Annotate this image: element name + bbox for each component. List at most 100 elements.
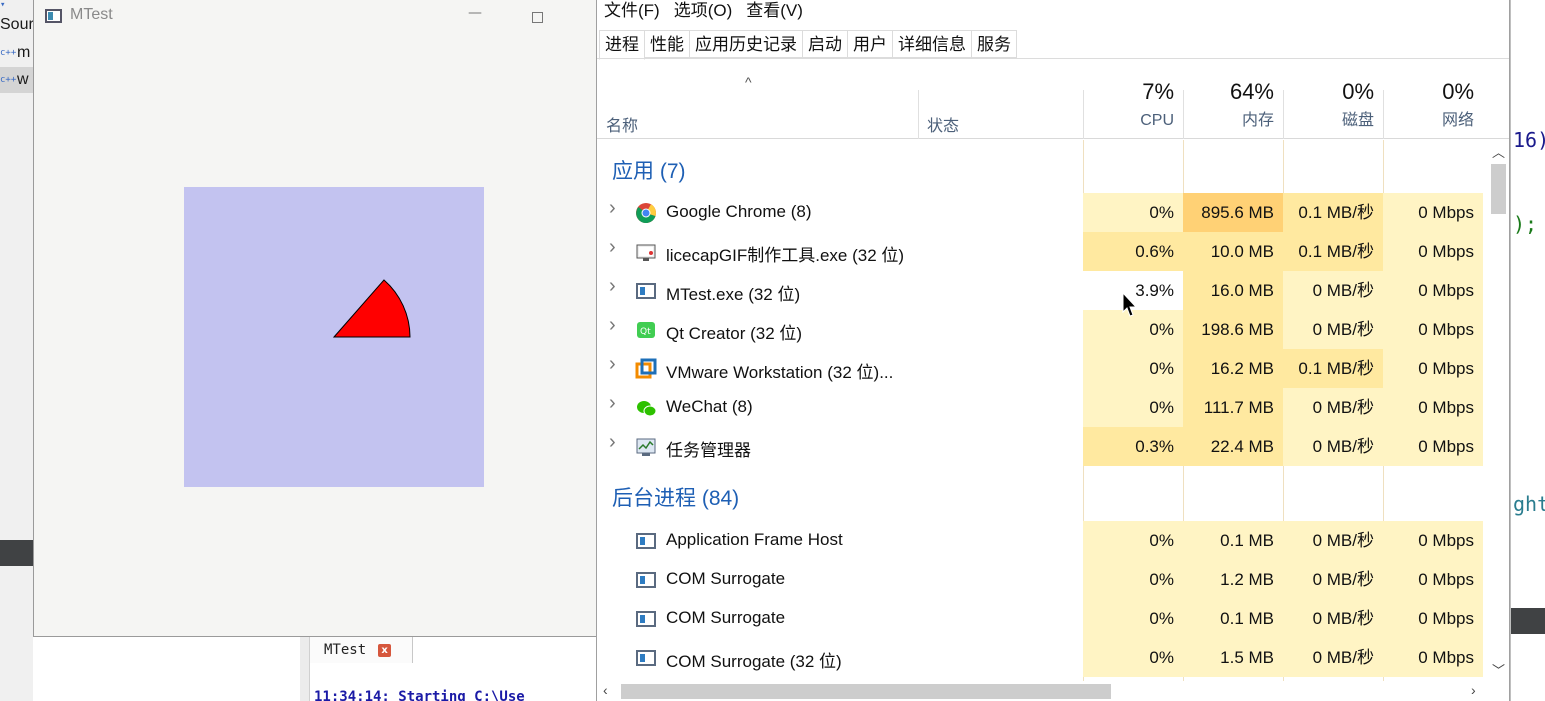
tab-users[interactable]: 用户 <box>848 30 893 58</box>
expand-chevron-icon[interactable]: › <box>609 197 616 220</box>
sort-caret-icon: ^ <box>745 74 752 90</box>
cell-net: 0 Mbps <box>1383 310 1483 349</box>
column-header-memory[interactable]: 64% 内存 <box>1183 78 1283 138</box>
project-tree-item-file-selected[interactable]: c++ w <box>0 67 33 93</box>
output-tab-label: MTest <box>324 642 367 658</box>
column-header-network[interactable]: 0% 网络 <box>1383 78 1483 138</box>
cell-net: 0 Mbps <box>1383 638 1483 677</box>
app-window-icon <box>635 530 657 552</box>
code-fragment: ); <box>1513 212 1537 236</box>
tab-performance[interactable]: 性能 <box>645 30 690 58</box>
process-name: licecapGIF制作工具.exe (32 位) <box>666 246 905 265</box>
process-row[interactable]: 0.6% 10.0 MB 0.1 MB/秒 0 Mbps › licecapGIF制作工具… <box>597 232 1488 271</box>
code-text: 16) <box>1513 128 1545 152</box>
tab-strip: 进程 性能 应用历史记录 启动 用户 详细信息 服务 <box>597 30 1017 60</box>
close-icon[interactable]: x <box>378 643 392 657</box>
vertical-scrollbar[interactable]: ︿ ﹀ <box>1488 140 1509 681</box>
menu-file[interactable]: 文件(F) <box>597 0 667 24</box>
output-gutter <box>300 637 310 701</box>
menu-view[interactable]: 查看(V) <box>739 0 810 24</box>
expand-chevron-icon[interactable]: › <box>609 431 616 454</box>
window-title: MTest <box>70 6 113 23</box>
memory-label: 内存 <box>1241 112 1274 129</box>
column-header-cpu[interactable]: 7% CPU <box>1083 78 1183 138</box>
column-header-status[interactable]: 状态 <box>927 112 959 136</box>
cell-cpu: 0% <box>1083 349 1183 388</box>
window-titlebar[interactable]: MTest — <box>34 0 596 34</box>
cell-net: 0 Mbps <box>1383 521 1483 560</box>
process-row[interactable]: 0% 1.2 MB 0 MB/秒 0 Mbps COM Surrogate <box>597 560 1488 599</box>
menu-options[interactable]: 选项(O) <box>667 0 740 24</box>
mouse-cursor-icon <box>1122 292 1138 317</box>
cell-cpu: 0% <box>1083 599 1183 638</box>
cell-mem: 22.4 MB <box>1183 427 1283 466</box>
memory-total: 64% <box>1229 79 1274 104</box>
cell-disk: 0 MB/秒 <box>1283 388 1383 427</box>
tab-services[interactable]: 服务 <box>972 30 1017 58</box>
background-ide-output-pane: MTest x 11:34:14: Starting C:\Use <box>300 636 600 701</box>
expand-chevron-icon[interactable]: › <box>609 314 616 337</box>
minimize-button[interactable]: — <box>468 5 482 27</box>
process-name: WeChat (8) <box>666 397 753 416</box>
scroll-up-icon[interactable]: ︿ <box>1492 142 1505 161</box>
process-row[interactable]: 0% 1.5 MB 0 MB/秒 0 Mbps COM Surrogate (32 位) <box>597 638 1488 677</box>
process-row[interactable]: 0% 0.1 MB 0 MB/秒 0 Mbps Application Frame Ho… <box>597 521 1488 560</box>
expand-chevron-icon[interactable]: › <box>609 275 616 298</box>
pie-sector-drawing <box>332 279 411 338</box>
expand-chevron-icon[interactable]: › <box>609 236 616 259</box>
scroll-left-icon[interactable]: ‹ <box>603 682 608 698</box>
project-tree-item-file[interactable]: c++ m <box>0 40 33 66</box>
cell-mem: 111.7 MB <box>1183 388 1283 427</box>
process-name: VMware Workstation (32 位)... <box>666 363 894 382</box>
scroll-down-icon[interactable]: ﹀ <box>1492 660 1505 679</box>
cell-net: 0 Mbps <box>1383 560 1483 599</box>
scrollbar-thumb[interactable] <box>621 684 1111 699</box>
horizontal-scrollbar[interactable]: ‹ › <box>597 681 1488 701</box>
output-log-line: 11:34:14: Starting C:\Use <box>314 689 525 701</box>
expand-chevron-icon[interactable]: › <box>609 353 616 376</box>
tab-processes[interactable]: 进程 <box>599 30 645 60</box>
tab-app-history[interactable]: 应用历史记录 <box>690 30 803 58</box>
scrollbar-thumb[interactable] <box>1491 164 1506 214</box>
code-fragment: 16) <box>1513 128 1545 152</box>
maximize-button[interactable] <box>532 12 543 23</box>
cell-net: 0 Mbps <box>1383 193 1483 232</box>
project-tree-item-sources[interactable]: Sour <box>0 12 33 38</box>
cell-net: 0 Mbps <box>1383 349 1483 388</box>
cell-disk: 0 MB/秒 <box>1283 271 1383 310</box>
process-row[interactable]: 0% 198.6 MB 0 MB/秒 0 Mbps › Qt Qt Creator (32 … <box>597 310 1488 349</box>
expand-chevron-icon[interactable]: › <box>609 392 616 415</box>
output-tab-mtest[interactable]: MTest x <box>310 637 413 663</box>
group-header: 应用 (7) <box>612 160 686 183</box>
cell-mem: 16.2 MB <box>1183 349 1283 388</box>
column-header-name[interactable]: 名称 <box>606 112 638 136</box>
network-label: 网络 <box>1441 112 1474 129</box>
process-row[interactable]: 0% 111.7 MB 0 MB/秒 0 Mbps › WeChat (8) <box>597 388 1488 427</box>
process-name: 任务管理器 <box>666 441 751 460</box>
cell-disk: 0.1 MB/秒 <box>1283 232 1383 271</box>
app-window-icon <box>635 569 657 591</box>
scroll-right-icon[interactable]: › <box>1471 682 1476 698</box>
project-tree-label: Sour <box>0 16 33 33</box>
task-manager-window[interactable]: 文件(F) 选项(O) 查看(V) 进程 性能 应用历史记录 启动 用户 详细信… <box>596 0 1510 701</box>
process-row[interactable]: 0% 0.1 MB 0 MB/秒 0 Mbps COM Surrogate <box>597 599 1488 638</box>
app-window-icon <box>45 9 62 23</box>
ide-panel-bar <box>1511 608 1545 634</box>
background-ide-left-panel: ▾ Sour c++ m c++ w <box>0 0 33 701</box>
mtest-window[interactable]: MTest — <box>33 0 596 637</box>
process-row[interactable]: 0% 16.2 MB 0.1 MB/秒 0 Mbps › VMware Workstati… <box>597 349 1488 388</box>
column-header-disk[interactable]: 0% 磁盘 <box>1283 78 1383 138</box>
process-row[interactable]: 0.3% 22.4 MB 0 MB/秒 0 Mbps › 任务管理器 <box>597 427 1488 466</box>
tab-startup[interactable]: 启动 <box>803 30 848 58</box>
cell-net: 0 Mbps <box>1383 427 1483 466</box>
cell-disk: 0 MB/秒 <box>1283 560 1383 599</box>
process-row[interactable]: 3.9% 16.0 MB 0 MB/秒 0 Mbps › MTest.exe (32 位) <box>597 271 1488 310</box>
process-list[interactable]: 应用 (7) 0% 895.6 MB 0.1 MB/秒 0 Mbps › Google Ch… <box>597 140 1488 681</box>
app-window-icon <box>635 280 657 302</box>
process-name: MTest.exe (32 位) <box>666 285 801 304</box>
header-divider[interactable] <box>918 90 919 139</box>
process-row[interactable]: 0% 895.6 MB 0.1 MB/秒 0 Mbps › Google Chrome (… <box>597 193 1488 232</box>
cell-cpu: 0% <box>1083 638 1183 677</box>
tab-details[interactable]: 详细信息 <box>893 30 972 58</box>
task-manager-icon <box>635 436 657 458</box>
